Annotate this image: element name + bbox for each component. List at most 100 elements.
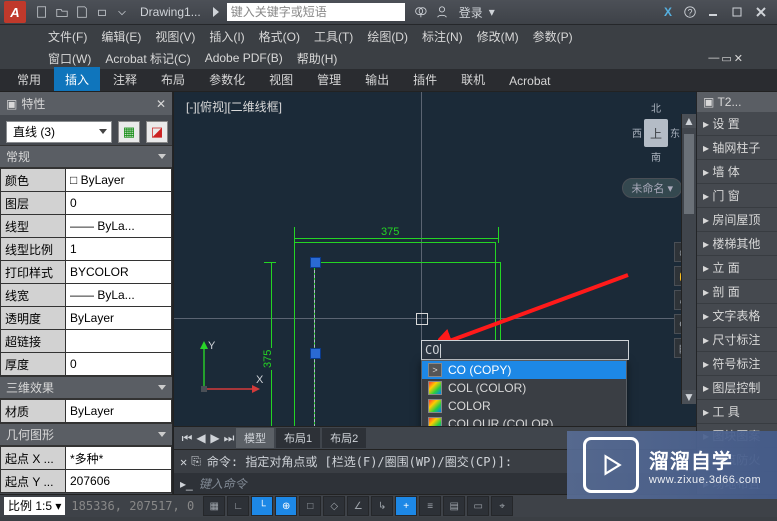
- status-polar-toggle[interactable]: ⊕: [275, 496, 297, 516]
- autocomplete-item[interactable]: COLOUR (COLOR): [422, 415, 626, 426]
- menu-item[interactable]: 文件(F): [48, 28, 87, 45]
- viewcube[interactable]: 北 西 上 东 南: [632, 100, 680, 164]
- ribbon-tab[interactable]: 插入: [54, 67, 100, 91]
- tool-palette-item[interactable]: ▸ 尺寸标注: [697, 328, 777, 352]
- scroll-up-icon[interactable]: ▲: [682, 114, 696, 128]
- dimension-value-top[interactable]: 375: [379, 226, 401, 238]
- panel-pin-icon[interactable]: ▣: [6, 97, 17, 111]
- viewport-label[interactable]: [-][俯视][二维线框]: [186, 98, 282, 115]
- property-value[interactable]: [66, 330, 172, 353]
- selected-dashed-line[interactable]: [314, 260, 315, 426]
- ribbon-tab[interactable]: 参数化: [198, 67, 256, 91]
- ribbon-tab[interactable]: 插件: [402, 67, 448, 91]
- ribbon-tab[interactable]: 常用: [6, 67, 52, 91]
- dynamic-input[interactable]: CO: [421, 340, 629, 360]
- scale-combo[interactable]: 比例 1:5 ▾: [4, 497, 65, 515]
- tab-scroll-first-icon[interactable]: ⏮: [180, 430, 194, 446]
- menu-item[interactable]: 视图(V): [155, 28, 195, 45]
- status-tpy-toggle[interactable]: ▤: [443, 496, 465, 516]
- layout-tab[interactable]: 模型: [236, 428, 274, 448]
- canvas-scrollbar-vertical[interactable]: ▲ ▼: [681, 114, 696, 404]
- help-search-input[interactable]: 键入关键字或短语: [227, 3, 405, 21]
- scroll-thumb[interactable]: [684, 134, 694, 214]
- tool-palette-item[interactable]: ▸ 楼梯其他: [697, 232, 777, 256]
- ribbon-tab[interactable]: 管理: [306, 67, 352, 91]
- ribbon-tab[interactable]: 输出: [354, 67, 400, 91]
- qat-open-icon[interactable]: [54, 4, 70, 20]
- property-value[interactable]: ByLayer: [66, 307, 172, 330]
- help-icon[interactable]: ?: [681, 3, 699, 21]
- tool-palette-item[interactable]: ▸ 轴网柱子: [697, 136, 777, 160]
- tool-palette-item[interactable]: ▸ 工 具: [697, 400, 777, 424]
- ucs-icon[interactable]: Y X: [194, 339, 264, 402]
- status-3dosnap-toggle[interactable]: ◇: [323, 496, 345, 516]
- tool-palette-item[interactable]: ▸ 房间屋顶: [697, 208, 777, 232]
- select-objects-button[interactable]: ◪: [146, 121, 168, 143]
- status-otrack-toggle[interactable]: ∠: [347, 496, 369, 516]
- menu-item[interactable]: 绘图(D): [367, 28, 408, 45]
- dimension-line-left[interactable]: [271, 262, 272, 426]
- autocomplete-item[interactable]: >CO (COPY): [422, 361, 626, 379]
- status-osnap-toggle[interactable]: □: [299, 496, 321, 516]
- autocomplete-item[interactable]: COL (COLOR): [422, 379, 626, 397]
- section-general[interactable]: 常规: [6, 148, 30, 165]
- property-value[interactable]: —— ByLa...: [66, 284, 172, 307]
- menu-item[interactable]: 插入(I): [209, 28, 244, 45]
- property-value[interactable]: 1: [66, 238, 172, 261]
- property-value[interactable]: 207606: [66, 470, 172, 493]
- menu-item[interactable]: Adobe PDF(B): [205, 51, 283, 65]
- layout-tab[interactable]: 布局1: [276, 428, 320, 448]
- grip-midpoint[interactable]: [310, 348, 321, 359]
- status-dyn-toggle[interactable]: +: [395, 496, 417, 516]
- property-value[interactable]: 0: [66, 192, 172, 215]
- property-value[interactable]: 0: [66, 353, 172, 376]
- close-button[interactable]: [750, 4, 772, 20]
- menu-item[interactable]: 帮助(H): [297, 50, 338, 67]
- ribbon-tab[interactable]: 布局: [150, 67, 196, 91]
- menu-item[interactable]: 格式(O): [259, 28, 300, 45]
- ribbon-tab[interactable]: 视图: [258, 67, 304, 91]
- command-options-icon[interactable]: ⎘: [191, 454, 201, 469]
- ribbon-tab[interactable]: 联机: [450, 67, 496, 91]
- status-ortho-toggle[interactable]: └: [251, 496, 273, 516]
- app-logo[interactable]: A: [4, 1, 26, 23]
- tool-palette-item[interactable]: ▸ 符号标注: [697, 352, 777, 376]
- qat-new-icon[interactable]: [34, 4, 50, 20]
- menu-item[interactable]: 工具(T): [314, 28, 353, 45]
- autocomplete-item[interactable]: COLOR: [422, 397, 626, 415]
- minimize-button[interactable]: [702, 4, 724, 20]
- menu-item[interactable]: 窗口(W): [48, 50, 91, 67]
- section-geometry[interactable]: 几何图形: [6, 426, 54, 443]
- menu-item[interactable]: 参数(P): [533, 28, 573, 45]
- maximize-button[interactable]: [726, 4, 748, 20]
- viewcube-ucs-button[interactable]: 未命名 ▾: [622, 178, 682, 198]
- grip-endpoint[interactable]: [310, 257, 321, 268]
- doc-minimize-button[interactable]: —: [708, 52, 719, 64]
- object-type-combo[interactable]: 直线 (3): [6, 121, 112, 143]
- doc-restore-button[interactable]: ▭: [721, 52, 731, 65]
- property-value[interactable]: □ ByLayer: [66, 169, 172, 192]
- tool-palette-item[interactable]: ▸ 立 面: [697, 256, 777, 280]
- user-icon[interactable]: [433, 3, 451, 21]
- drawing-canvas[interactable]: [-][俯视][二维线框] 375 375: [174, 92, 696, 426]
- properties-panel-close-icon[interactable]: ✕: [156, 97, 166, 111]
- search-icon[interactable]: [411, 3, 429, 21]
- status-ducs-toggle[interactable]: ↳: [371, 496, 393, 516]
- tab-scroll-next-icon[interactable]: ▶: [208, 430, 222, 446]
- property-value[interactable]: *多种*: [66, 447, 172, 470]
- command-input[interactable]: 键入命令: [199, 475, 247, 492]
- command-close-icon[interactable]: ✕: [180, 455, 187, 469]
- menu-item[interactable]: Acrobat 标记(C): [105, 50, 190, 67]
- layout-tab[interactable]: 布局2: [322, 428, 366, 448]
- ribbon-tab[interactable]: Acrobat: [498, 70, 561, 91]
- qat-save-icon[interactable]: [74, 4, 90, 20]
- menu-item[interactable]: 编辑(E): [101, 28, 141, 45]
- dimension-line-top[interactable]: [294, 238, 498, 239]
- scroll-down-icon[interactable]: ▼: [682, 390, 696, 404]
- qat-print-icon[interactable]: [94, 4, 110, 20]
- tool-palette-item[interactable]: ▸ 剖 面: [697, 280, 777, 304]
- status-snap-toggle[interactable]: ∟: [227, 496, 249, 516]
- doc-close-button[interactable]: ✕: [734, 52, 743, 65]
- exchange-icon[interactable]: X: [659, 3, 677, 21]
- tool-palette-item[interactable]: ▸ 文字表格: [697, 304, 777, 328]
